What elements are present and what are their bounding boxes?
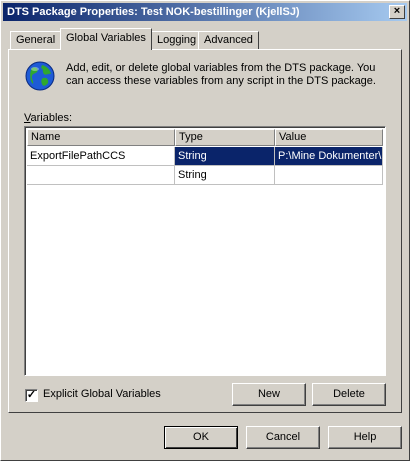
tab-global-variables[interactable]: Global Variables — [60, 28, 152, 50]
explicit-global-variables-checkbox[interactable]: ✓ — [25, 389, 38, 402]
cancel-button[interactable]: Cancel — [246, 426, 320, 449]
column-header-name[interactable]: Name — [27, 129, 175, 146]
cell-name-row1[interactable]: ExportFilePathCCS — [27, 147, 175, 166]
cell-value-row1[interactable]: P:\Mine Dokumenter\ — [275, 147, 383, 166]
variables-grid[interactable]: Name Type Value ExportFilePathCCS String… — [24, 126, 386, 376]
close-button[interactable]: × — [389, 5, 405, 19]
delete-button[interactable]: Delete — [312, 383, 386, 406]
title-bar[interactable]: DTS Package Properties: Test NOK-bestill… — [3, 3, 407, 21]
ok-button[interactable]: OK — [164, 426, 238, 449]
tab-advanced[interactable]: Advanced — [198, 31, 259, 50]
cell-value-row2[interactable] — [275, 166, 383, 185]
cell-name-row2[interactable] — [27, 166, 175, 185]
panel-description: Add, edit, or delete global variables fr… — [66, 62, 376, 87]
cell-type-row2[interactable]: String — [175, 166, 275, 185]
explicit-global-variables-label[interactable]: Explicit Global Variables — [43, 388, 161, 400]
variables-label-rest: ariables: — [30, 112, 73, 124]
help-button[interactable]: Help — [328, 426, 402, 449]
variables-label: Variables: — [24, 112, 73, 124]
tab-logging[interactable]: Logging — [151, 31, 203, 50]
tab-general[interactable]: General — [10, 31, 62, 50]
window-title: DTS Package Properties: Test NOK-bestill… — [7, 6, 300, 18]
globe-icon — [25, 61, 55, 91]
cell-type-row1[interactable]: String — [175, 147, 275, 166]
column-header-value[interactable]: Value — [275, 129, 383, 146]
column-header-type[interactable]: Type — [175, 129, 275, 146]
new-button[interactable]: New — [232, 383, 306, 406]
